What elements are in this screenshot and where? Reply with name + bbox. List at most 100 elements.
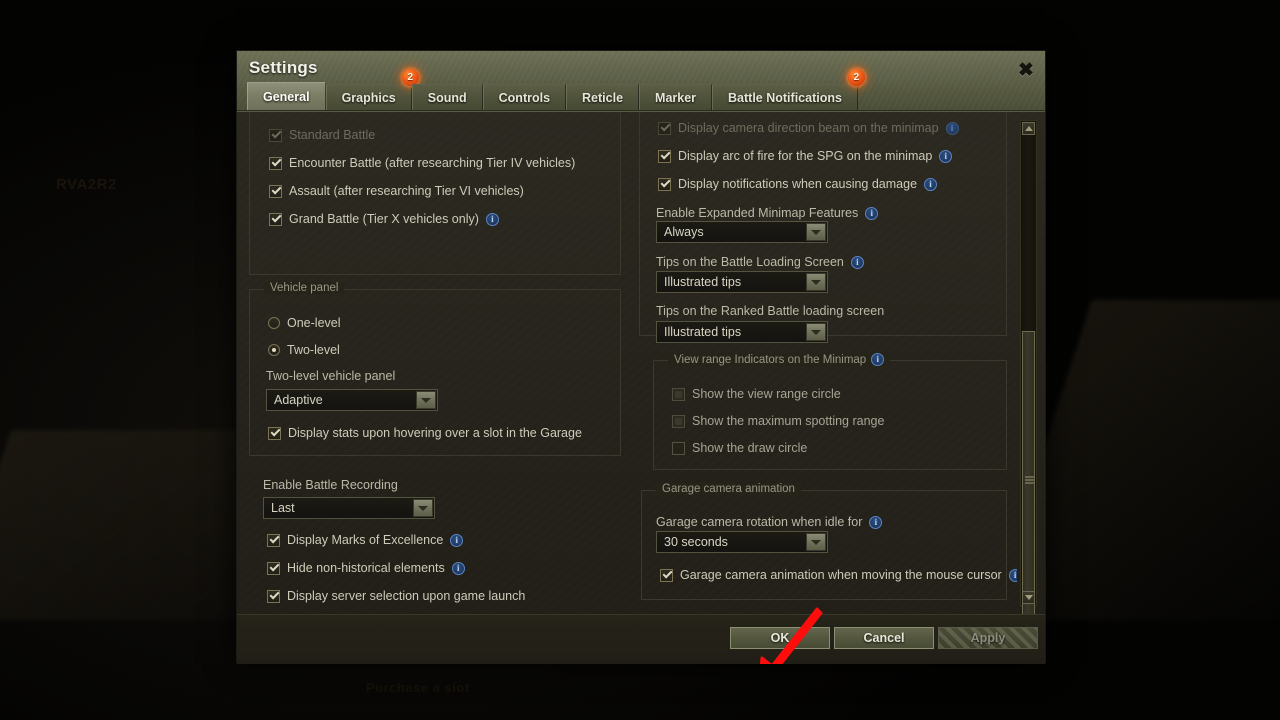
tab-label: Graphics	[341, 90, 396, 105]
label-row-garage-rotation-idle: Garage camera rotation when idle for i	[656, 511, 883, 533]
dropdown-value: Adaptive	[274, 393, 323, 407]
radio-label: One-level	[287, 316, 341, 330]
checkbox-label: Display camera direction beam on the min…	[678, 121, 939, 135]
group-minimap-and-tips: Display camera direction beam on the min…	[639, 112, 1007, 343]
checkbox-row-assault[interactable]: Assault (after researching Tier VI vehic…	[269, 180, 524, 202]
chevron-down-icon[interactable]	[1022, 591, 1035, 604]
tab-label: Sound	[427, 90, 467, 105]
dropdown-tips-battle-loading-screen[interactable]: Illustrated tips	[656, 271, 828, 293]
checkbox-row-view-range-circle[interactable]: Show the view range circle	[672, 383, 841, 405]
checkbox-row-max-spotting-range[interactable]: Show the maximum spotting range	[672, 410, 884, 432]
group-vehicle-panel: Vehicle panel One-level Two-level Two-le…	[249, 282, 621, 456]
vertical-scrollbar[interactable]	[1020, 120, 1037, 628]
chevron-down-icon[interactable]	[806, 533, 826, 551]
info-icon[interactable]: i	[450, 533, 464, 547]
info-icon[interactable]: i	[869, 515, 883, 529]
label-expanded-minimap-features: Enable Expanded Minimap Features	[656, 206, 859, 220]
checkbox-label: Encounter Battle (after researching Tier…	[289, 156, 576, 170]
info-icon[interactable]: i	[924, 177, 938, 191]
checkbox-show-draw-circle[interactable]	[672, 441, 685, 455]
info-icon[interactable]: i	[485, 212, 499, 226]
dialog-footer: OK Cancel Apply	[237, 614, 1045, 664]
checkbox-label: Display arc of fire for the SPG on the m…	[678, 149, 933, 163]
checkbox-row-marks-of-excellence[interactable]: Display Marks of Excellence i	[267, 529, 464, 551]
info-icon[interactable]: i	[1008, 568, 1017, 582]
checkbox-label: Display Marks of Excellence	[287, 533, 444, 547]
tab-marker[interactable]: Marker	[639, 84, 713, 110]
dropdown-value: Always	[664, 225, 704, 239]
checkbox-row-camera-direction-beam[interactable]: Display camera direction beam on the min…	[658, 117, 959, 139]
checkbox-row-encounter-battle[interactable]: Encounter Battle (after researching Tier…	[269, 152, 575, 174]
chevron-up-icon[interactable]	[1022, 122, 1035, 135]
checkbox-label: Show the view range circle	[692, 387, 841, 401]
tab-label: Reticle	[582, 90, 624, 105]
close-icon[interactable]: ✖	[1014, 58, 1038, 82]
checkbox-row-display-server-selection[interactable]: Display server selection upon game launc…	[267, 585, 525, 607]
tab-controls[interactable]: Controls	[482, 84, 567, 110]
info-icon[interactable]: i	[939, 149, 953, 163]
tab-label: General	[263, 89, 310, 104]
checkbox-label: Grand Battle (Tier X vehicles only)	[289, 212, 479, 226]
checkbox-row-arc-of-fire-spg[interactable]: Display arc of fire for the SPG on the m…	[658, 145, 953, 167]
checkbox-row-notifications-causing-damage[interactable]: Display notifications when causing damag…	[658, 173, 938, 195]
chevron-down-icon[interactable]	[806, 273, 826, 291]
chevron-down-icon[interactable]	[806, 223, 826, 241]
label-two-level-vehicle-panel: Two-level vehicle panel	[266, 369, 396, 383]
chevron-down-icon[interactable]	[416, 391, 436, 409]
checkbox-display-stats-hover[interactable]	[268, 426, 281, 440]
checkbox-row-standard-battle[interactable]: Standard Battle	[269, 124, 375, 146]
checkbox-show-maximum-spotting-range[interactable]	[672, 414, 685, 428]
apply-button: Apply	[938, 627, 1038, 649]
chevron-down-icon[interactable]	[806, 323, 826, 341]
checkbox-label: Show the maximum spotting range	[692, 414, 885, 428]
radio-row-one-level[interactable]: One-level	[268, 312, 341, 334]
dialog-body: Random Battle Types Standard Battle Enco…	[237, 111, 1045, 664]
group-title-label: View range Indicators on the Minimap	[674, 353, 867, 366]
tab-label: Controls	[498, 90, 551, 105]
dialog-header: Settings ✖ General Graphics 2 Sound Cont…	[237, 51, 1045, 111]
chevron-down-icon[interactable]	[413, 499, 433, 517]
tab-graphics[interactable]: Graphics 2	[325, 69, 419, 110]
dropdown-garage-camera-rotation-idle[interactable]: 30 seconds	[656, 531, 828, 553]
page-title: Settings	[249, 58, 318, 77]
checkbox-display-server-selection[interactable]	[267, 589, 280, 603]
tab-badge-battle-notifications: 2	[847, 69, 865, 86]
group-title-label: Vehicle panel	[270, 282, 339, 294]
checkbox-label: Garage camera animation when moving the …	[680, 568, 1002, 582]
checkbox-row-grand-battle[interactable]: Grand Battle (Tier X vehicles only) i	[269, 208, 499, 230]
tab-general[interactable]: General	[247, 82, 326, 110]
tab-battle-notifications[interactable]: Battle Notifications 2	[712, 69, 865, 110]
checkbox-show-view-range-circle[interactable]	[672, 387, 685, 401]
checkbox-hide-non-historical-elements[interactable]	[267, 561, 280, 575]
checkbox-encounter-battle[interactable]	[269, 156, 282, 170]
checkbox-display-camera-direction-beam	[658, 121, 671, 135]
checkbox-display-notifications-damage[interactable]	[658, 177, 671, 191]
radio-one-level[interactable]	[268, 317, 280, 329]
checkbox-row-display-stats-hover[interactable]: Display stats upon hovering over a slot …	[268, 422, 582, 444]
tab-sound[interactable]: Sound	[411, 84, 483, 110]
checkbox-grand-battle[interactable]	[269, 212, 282, 226]
radio-row-two-level[interactable]: Two-level	[268, 339, 340, 361]
checkbox-garage-camera-animation-mouse[interactable]	[660, 568, 673, 582]
ok-button[interactable]: OK	[730, 627, 830, 649]
group-title-label: Garage camera animation	[662, 483, 795, 495]
checkbox-assault[interactable]	[269, 184, 282, 198]
info-icon[interactable]: i	[850, 255, 864, 269]
checkbox-display-arc-of-fire-spg[interactable]	[658, 149, 671, 163]
checkbox-display-marks-of-excellence[interactable]	[267, 533, 280, 547]
dropdown-expanded-minimap-features[interactable]: Always	[656, 221, 828, 243]
tab-reticle[interactable]: Reticle	[566, 84, 640, 110]
checkbox-label: Show the draw circle	[692, 441, 808, 455]
scrollbar-thumb[interactable]	[1022, 331, 1035, 628]
checkbox-row-garage-camera-mouse[interactable]: Garage camera animation when moving the …	[660, 564, 1017, 586]
info-icon[interactable]: i	[451, 561, 465, 575]
dropdown-enable-battle-recording[interactable]: Last	[263, 497, 435, 519]
checkbox-row-hide-non-historical[interactable]: Hide non-historical elements i	[267, 557, 465, 579]
checkbox-row-draw-circle[interactable]: Show the draw circle	[672, 437, 807, 459]
dropdown-two-level-vehicle-panel[interactable]: Adaptive	[266, 389, 438, 411]
info-icon[interactable]: i	[871, 353, 885, 366]
cancel-button[interactable]: Cancel	[834, 627, 934, 649]
info-icon[interactable]: i	[865, 206, 879, 220]
dropdown-tips-ranked-battle-loading-screen[interactable]: Illustrated tips	[656, 321, 828, 343]
radio-two-level[interactable]	[268, 344, 280, 356]
